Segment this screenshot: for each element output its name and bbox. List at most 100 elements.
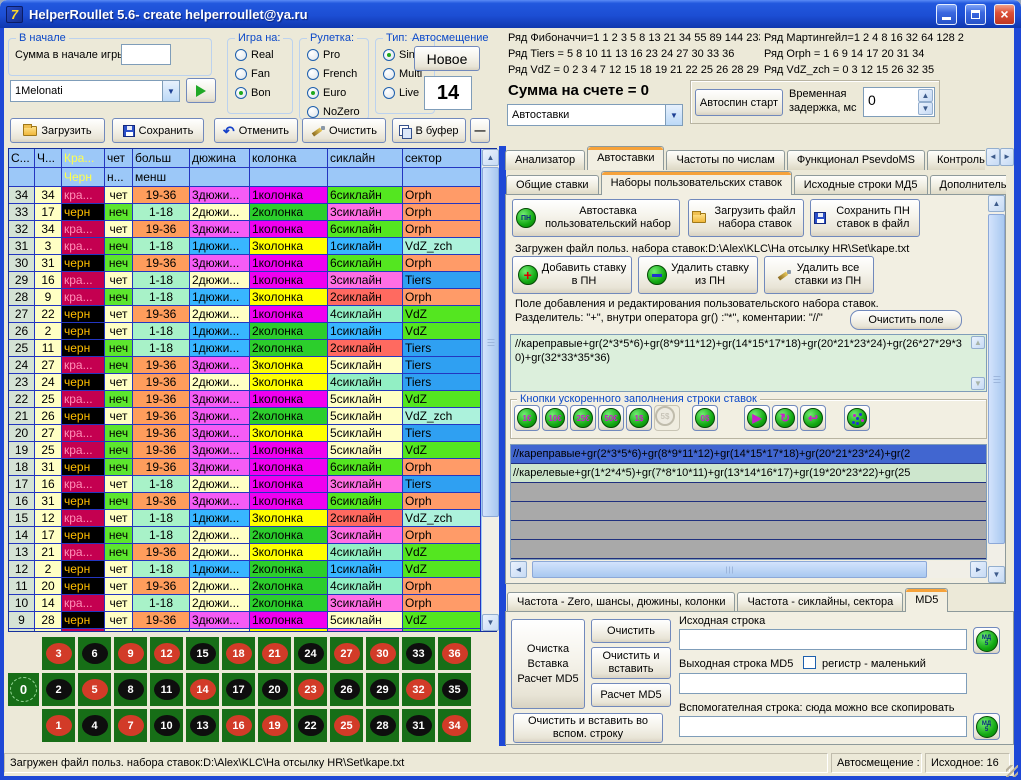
- toolbar-button-4[interactable]: В буфер: [392, 118, 466, 143]
- board-number-2[interactable]: 2: [42, 673, 75, 706]
- coin-button-0$[interactable]: 0$: [692, 405, 718, 431]
- bets-listbox[interactable]: //кареправые+gr(2*3*5*6)+gr(8*9*11*12)+g…: [510, 444, 987, 560]
- bottom-tab-2[interactable]: MD5: [905, 588, 948, 612]
- radio-icon[interactable]: [307, 49, 319, 61]
- list-item[interactable]: //карелевые+gr(1*2*4*5)+gr(7*8*10*11)+gr…: [511, 464, 986, 483]
- column-header[interactable]: [403, 168, 481, 187]
- close-button[interactable]: ×: [994, 4, 1015, 25]
- board-number-31[interactable]: 31: [402, 709, 435, 742]
- toolbar-button-3[interactable]: Очистить: [302, 118, 386, 143]
- panel-button-mid-1[interactable]: Удалить ставку из ПН: [638, 256, 758, 294]
- board-number-10[interactable]: 10: [150, 709, 183, 742]
- tab-3[interactable]: Функционал PsevdoMS: [787, 150, 925, 170]
- clear-paste-aux-button[interactable]: Очистить и вставить во вспом. строку: [513, 713, 663, 743]
- board-number-5[interactable]: 5: [78, 673, 111, 706]
- column-header[interactable]: чет: [105, 149, 133, 168]
- title-bar[interactable]: 7 HelperRoullet 5.6- create helperroulle…: [0, 0, 1021, 28]
- scroll-up-icon[interactable]: ▲: [482, 149, 499, 166]
- board-number-4[interactable]: 4: [78, 709, 111, 742]
- aux-string-input[interactable]: [679, 716, 967, 737]
- board-number-7[interactable]: 7: [114, 709, 147, 742]
- board-number-28[interactable]: 28: [366, 709, 399, 742]
- board-number-18[interactable]: 18: [222, 637, 255, 670]
- column-header[interactable]: менш: [133, 168, 190, 187]
- md5-clear-paste-calc-button[interactable]: Очистка Вставка Расчет MD5: [511, 619, 585, 709]
- autoshift-new-button[interactable]: Новое: [414, 46, 480, 71]
- radio-game-bon[interactable]: Bon: [235, 87, 271, 99]
- board-number-27[interactable]: 27: [330, 637, 363, 670]
- column-header[interactable]: сектор: [403, 149, 481, 168]
- md5-clear-and-paste-button[interactable]: Очистить и вставить: [591, 647, 671, 679]
- md5-calc-button[interactable]: Расчет MD5: [591, 683, 671, 707]
- coin-button-1$[interactable]: 1$: [626, 405, 652, 431]
- subtab-2[interactable]: Исходные строки МД5: [794, 175, 928, 195]
- radio-icon[interactable]: [235, 87, 247, 99]
- panel-button-mid-0[interactable]: +Добавить ставку в ПН: [512, 256, 632, 294]
- radio-wheel-pro[interactable]: Pro: [307, 49, 340, 61]
- action-button-refresh-icon[interactable]: ↻: [772, 405, 798, 431]
- column-header[interactable]: н...: [105, 168, 133, 187]
- board-number-14[interactable]: 14: [186, 673, 219, 706]
- tab-scroll-left-icon[interactable]: ◄: [986, 148, 1000, 166]
- board-number-23[interactable]: 23: [294, 673, 327, 706]
- panel-button-top-1[interactable]: Загрузить файл набора ставок: [688, 199, 804, 237]
- panel-vscrollbar[interactable]: ▲ ▼: [988, 195, 1005, 583]
- toolbar-button-5[interactable]: —: [470, 118, 490, 143]
- radio-icon[interactable]: [383, 68, 395, 80]
- subtab-1[interactable]: Наборы пользовательских ставок: [601, 171, 792, 195]
- bottom-tab-1[interactable]: Частота - сиклайны, сектора: [737, 592, 903, 612]
- column-header[interactable]: [328, 168, 403, 187]
- board-number-24[interactable]: 24: [294, 637, 327, 670]
- column-header[interactable]: Кра...: [62, 149, 105, 168]
- radio-game-fan[interactable]: Fan: [235, 68, 270, 80]
- toolbar-button-1[interactable]: Сохранить: [112, 118, 204, 143]
- tab-4[interactable]: Контроль банкро: [927, 150, 985, 170]
- board-number-36[interactable]: 36: [438, 637, 471, 670]
- panel-button-top-0[interactable]: ПНАвтоставка пользовательский набор: [512, 199, 680, 237]
- output-string-input[interactable]: [679, 673, 967, 694]
- edit-scroll-down-icon[interactable]: ▼: [971, 377, 985, 390]
- radio-icon[interactable]: [307, 68, 319, 80]
- md5-run-button[interactable]: МД5: [973, 627, 1000, 654]
- run-preset-button[interactable]: [186, 78, 216, 103]
- board-number-29[interactable]: 29: [366, 673, 399, 706]
- table-scrollbar[interactable]: ▲ ▼: [482, 149, 499, 631]
- scroll-up-icon[interactable]: ▲: [988, 195, 1005, 212]
- panel-vscrollbar-thumb[interactable]: [988, 214, 1005, 544]
- tab-2[interactable]: Частоты по числам: [666, 150, 784, 170]
- radio-icon[interactable]: [383, 49, 395, 61]
- action-button-play-icon[interactable]: ▶: [744, 405, 770, 431]
- action-button-return-arrow-icon[interactable]: ↩: [800, 405, 826, 431]
- radio-type-live[interactable]: Live: [383, 87, 419, 99]
- md5-clear-button[interactable]: Очистить: [591, 619, 671, 643]
- scroll-left-icon[interactable]: ◄: [510, 561, 527, 578]
- board-number-3[interactable]: 3: [42, 637, 75, 670]
- board-number-6[interactable]: 6: [78, 637, 111, 670]
- tab-scroll-right-icon[interactable]: ►: [1000, 148, 1014, 166]
- radio-icon[interactable]: [307, 106, 319, 118]
- maximize-button[interactable]: [965, 4, 986, 25]
- board-number-11[interactable]: 11: [150, 673, 183, 706]
- column-header[interactable]: дюжина: [190, 149, 250, 168]
- column-header[interactable]: [190, 168, 250, 187]
- list-hscrollbar[interactable]: ◄ ►: [510, 561, 987, 578]
- board-number-19[interactable]: 19: [258, 709, 291, 742]
- preset-combobox[interactable]: 1Melonati ▼: [10, 80, 180, 102]
- board-number-35[interactable]: 35: [438, 673, 471, 706]
- radio-icon[interactable]: [235, 68, 247, 80]
- bets-edit-field[interactable]: //кареправые+gr(2*3*5*6)+gr(8*9*11*12)+g…: [510, 334, 987, 392]
- delay-spinner[interactable]: 0 ▲ ▼: [863, 87, 935, 117]
- board-number-30[interactable]: 30: [366, 637, 399, 670]
- radio-wheel-french[interactable]: French: [307, 68, 357, 80]
- bets-combobox[interactable]: Автоставки ▼: [507, 104, 683, 126]
- radio-wheel-nozero[interactable]: NoZero: [307, 106, 360, 118]
- radio-wheel-euro[interactable]: Euro: [307, 87, 346, 99]
- edit-scroll-up-icon[interactable]: ▲: [971, 336, 985, 349]
- tab-0[interactable]: Анализатор: [505, 150, 585, 170]
- clear-field-button[interactable]: Очистить поле: [850, 310, 962, 330]
- column-header[interactable]: [35, 168, 62, 187]
- spin-down-button[interactable]: ▼: [918, 102, 933, 115]
- coin-button-25€[interactable]: 25€: [570, 405, 596, 431]
- subtab-3[interactable]: Дополнитель: [930, 175, 1007, 195]
- column-header[interactable]: сиклайн: [328, 149, 403, 168]
